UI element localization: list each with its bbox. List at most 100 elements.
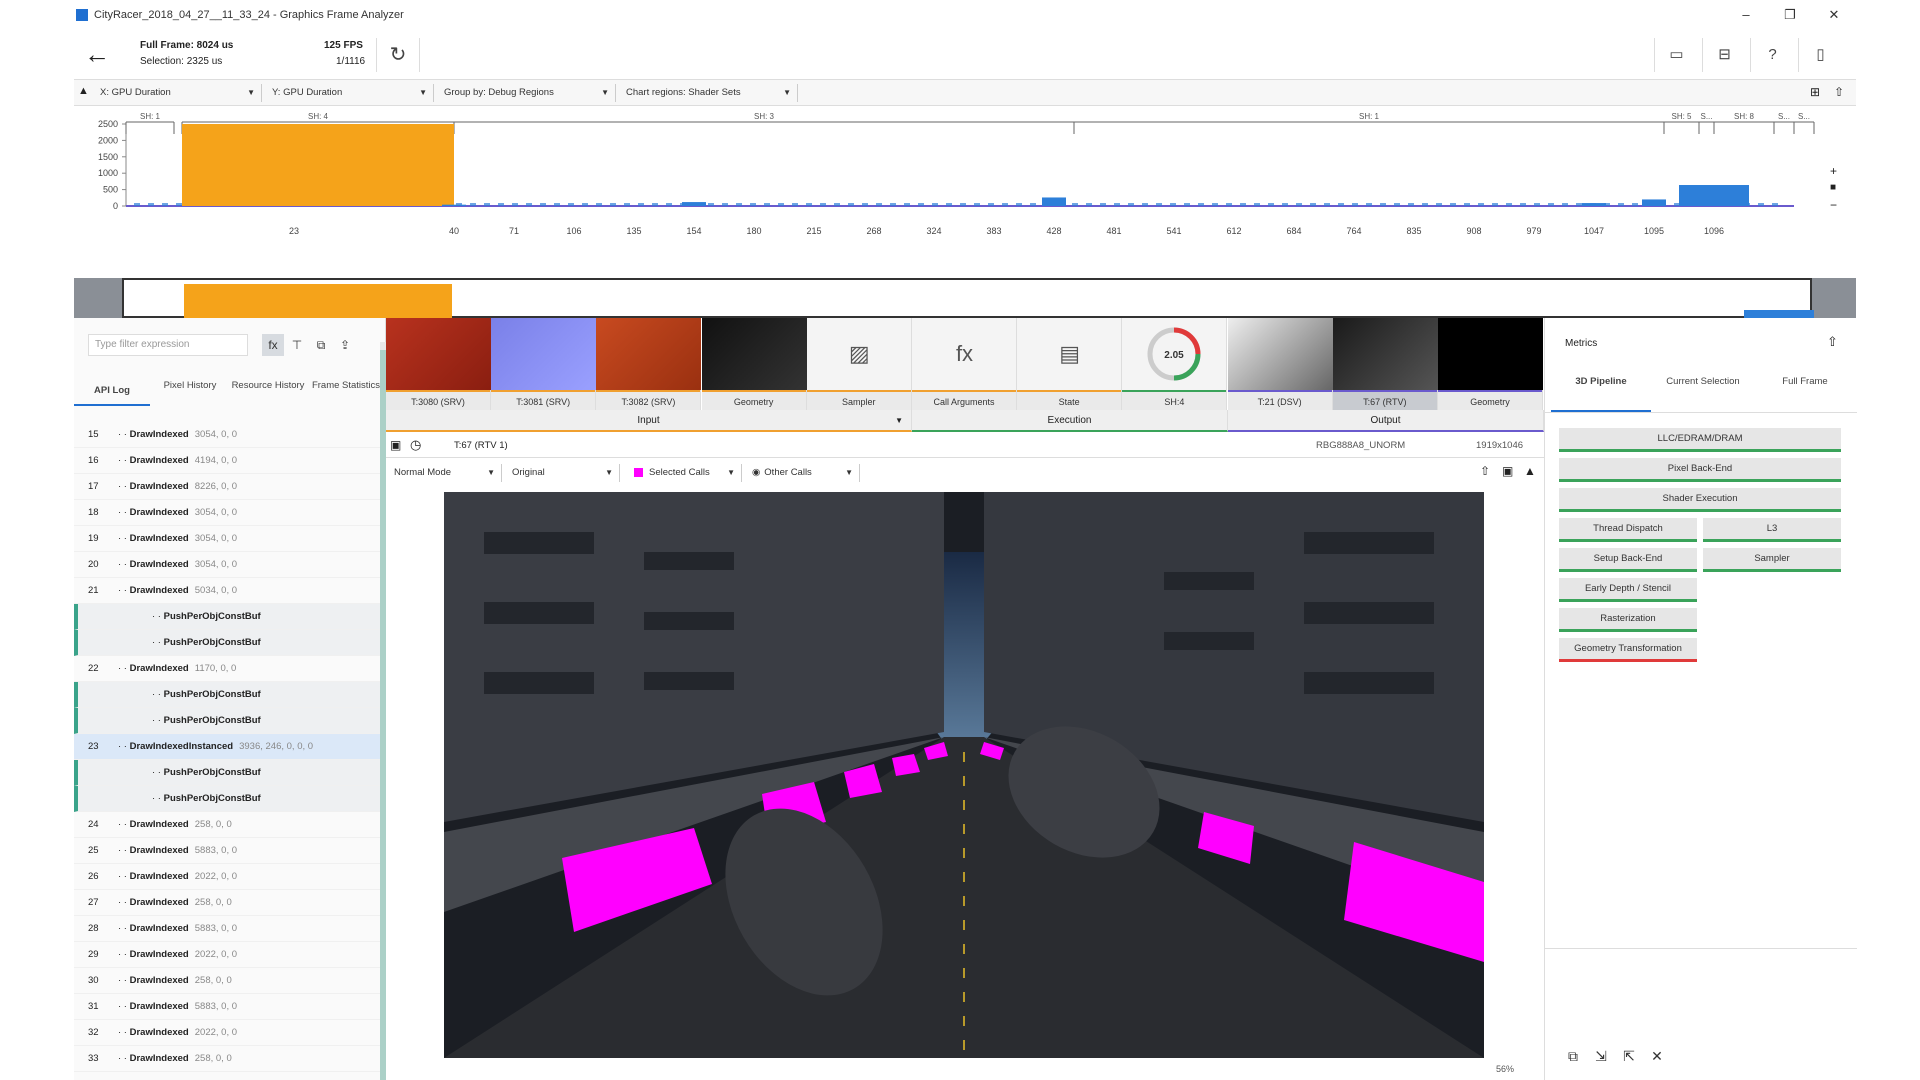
overview-strip[interactable]	[74, 278, 1856, 318]
api-call-row[interactable]: 17 · · DrawIndexed 8226, 0, 0	[74, 474, 386, 500]
api-call-row[interactable]: 20 · · DrawIndexed 3054, 0, 0	[74, 552, 386, 578]
resource-gauge[interactable]: 2.05 SH:4	[1122, 318, 1228, 410]
metric-early-depth-stencil[interactable]: Early Depth / Stencil	[1559, 578, 1697, 602]
api-call-row[interactable]: 28 · · DrawIndexed 5883, 0, 0	[74, 916, 386, 942]
region-label: SH: 3	[754, 112, 775, 121]
api-call-row[interactable]: 18 · · DrawIndexed 3054, 0, 0	[74, 500, 386, 526]
metric-thread-dispatch[interactable]: Thread Dispatch	[1559, 518, 1697, 542]
help-button[interactable]: ?	[1750, 38, 1794, 72]
timeline-chart[interactable]: 2500 2000 1500 1000 500 0 23 40 71 106 135 154 180 21…	[74, 106, 1856, 278]
copy-button[interactable]: ⧉	[310, 334, 332, 356]
tab-pixel-history[interactable]: Pixel History	[152, 376, 228, 406]
clear-tool-icon[interactable]: ✕	[1645, 1044, 1669, 1068]
group-by-dropdown[interactable]: Group by: Debug Regions ▼	[440, 84, 616, 102]
history-icon[interactable]: ◷	[410, 437, 421, 453]
tab-api-log[interactable]: API Log	[74, 376, 150, 406]
image-icon[interactable]: ▣	[390, 438, 401, 452]
api-call-row[interactable]: 22 · · DrawIndexed 1170, 0, 0	[74, 656, 386, 682]
tab-resource-history[interactable]: Resource History	[230, 376, 306, 406]
api-call-row[interactable]: 15 · · DrawIndexed 3054, 0, 0	[74, 422, 386, 448]
resource-image-icon[interactable]: ▨ Sampler	[806, 318, 912, 410]
minimize-button[interactable]: –	[1726, 5, 1766, 25]
layout-button[interactable]: ▭	[1654, 38, 1698, 72]
api-call-row[interactable]: 27 · · DrawIndexed 258, 0, 0	[74, 890, 386, 916]
chart-regions-dropdown[interactable]: Chart regions: Shader Sets ▼	[622, 84, 798, 102]
tab-current-selection[interactable]: Current Selection	[1653, 376, 1753, 412]
resource-geometry-thumb[interactable]: geometry-thumbGeometry	[701, 318, 807, 410]
api-sub-row[interactable]: · · PushPerObjConstBuf	[74, 682, 386, 708]
resource-document-icon[interactable]: ▤ State	[1017, 318, 1123, 410]
zoom-in-icon[interactable]: +	[1830, 164, 1837, 178]
panel-toggle-button[interactable]: ▯	[1798, 38, 1842, 72]
api-call-row[interactable]: 26 · · DrawIndexed 2022, 0, 0	[74, 864, 386, 890]
tab-full-frame[interactable]: Full Frame	[1755, 376, 1855, 412]
api-call-row[interactable]: 31 · · DrawIndexed 5883, 0, 0	[74, 994, 386, 1020]
capture-button[interactable]: ⊟	[1702, 38, 1746, 72]
api-call-row[interactable]: 30 · · DrawIndexed 258, 0, 0	[74, 968, 386, 994]
maximize-button[interactable]: ❐	[1770, 5, 1810, 25]
chart-settings-icon[interactable]: ⊞	[1810, 85, 1820, 99]
api-call-row[interactable]: 19 · · DrawIndexed 3054, 0, 0	[74, 526, 386, 552]
api-sub-row[interactable]: · · PushPerObjConstBuf	[74, 604, 386, 630]
x-axis-dropdown[interactable]: X: GPU Duration ▼	[96, 84, 262, 102]
other-calls-dropdown[interactable]: ◉ Other Calls ▼	[748, 464, 860, 482]
fx-filter-button[interactable]: fx	[262, 334, 284, 356]
api-sub-row[interactable]: · · PushPerObjConstBuf	[74, 630, 386, 656]
histogram-icon[interactable]: ▲	[1524, 464, 1536, 478]
mode-dropdown[interactable]: Normal Mode ▼	[390, 464, 502, 482]
metric-shader-execution[interactable]: Shader Execution	[1559, 488, 1841, 512]
metric-pixel-back-end[interactable]: Pixel Back-End	[1559, 458, 1841, 482]
resource-texture-normal[interactable]: texture-normalT:3081 (SRV)	[491, 318, 597, 410]
group-execution[interactable]: Execution	[912, 410, 1228, 432]
api-call-row[interactable]: 23 · · DrawIndexedInstanced 3936, 246, 0, …	[74, 734, 386, 760]
metric-sampler[interactable]: Sampler	[1703, 548, 1841, 572]
api-call-row[interactable]: 29 · · DrawIndexed 2022, 0, 0	[74, 942, 386, 968]
x-tick-label: 481	[1106, 226, 1121, 236]
expand-tool-icon[interactable]: ⇲	[1589, 1044, 1613, 1068]
export-icon[interactable]: ⇧	[1834, 85, 1844, 99]
api-call-row[interactable]: 32 · · DrawIndexed 2022, 0, 0	[74, 1020, 386, 1046]
metric-l3[interactable]: L3	[1703, 518, 1841, 542]
filter-type-button[interactable]: ⊤	[286, 334, 308, 356]
close-button[interactable]: ✕	[1814, 5, 1854, 25]
resource-geometry-dark[interactable]: geometry-darkGeometry	[1438, 318, 1543, 410]
resource-texture-orange[interactable]: texture-orangeT:3082 (SRV)	[596, 318, 702, 410]
select-tool-icon[interactable]: ⧉	[1561, 1044, 1585, 1068]
group-input[interactable]: Input ▼	[386, 410, 912, 432]
api-call-row[interactable]: 25 · · DrawIndexed 5883, 0, 0	[74, 838, 386, 864]
collapse-tool-icon[interactable]: ⇱	[1617, 1044, 1641, 1068]
overview-window[interactable]	[122, 278, 1814, 318]
api-call-row[interactable]: 21 · · DrawIndexed 5034, 0, 0	[74, 578, 386, 604]
export-image-icon[interactable]: ⇧	[1480, 464, 1490, 478]
filter-input[interactable]: Type filter expression	[88, 334, 248, 356]
channel-dropdown[interactable]: Original ▼	[508, 464, 620, 482]
resource-fx-icon[interactable]: fx Call Arguments	[912, 318, 1017, 410]
api-call-row[interactable]: 33 · · DrawIndexed 258, 0, 0	[74, 1046, 386, 1072]
resource-depth-thumb[interactable]: depth-thumbT:21 (DSV)	[1227, 318, 1333, 410]
back-arrow-icon[interactable]: arrow-left-icon	[80, 38, 114, 72]
tab-3d-pipeline[interactable]: 3D Pipeline	[1551, 376, 1651, 412]
lock-icon[interactable]: ■	[1830, 182, 1836, 193]
resource-texture-red[interactable]: texture-redT:3080 (SRV)	[386, 318, 491, 410]
resource-render-thumb[interactable]: render-thumbT:67 (RTV)	[1332, 318, 1438, 410]
metric-setup-back-end[interactable]: Setup Back-End	[1559, 548, 1697, 572]
zoom-out-icon[interactable]: −	[1830, 198, 1837, 212]
api-sub-row[interactable]: · · PushPerObjConstBuf	[74, 786, 386, 812]
y-axis-dropdown[interactable]: Y: GPU Duration ▼	[268, 84, 434, 102]
group-output[interactable]: Output	[1228, 410, 1544, 432]
tab-frame-statistics[interactable]: Frame Statistics	[308, 376, 384, 406]
save-icon[interactable]: ▣	[1502, 464, 1513, 478]
api-call-row[interactable]: 16 · · DrawIndexed 4194, 0, 0	[74, 448, 386, 474]
api-sub-row[interactable]: · · PushPerObjConstBuf	[74, 760, 386, 786]
export-button[interactable]: ⇪	[334, 334, 356, 356]
metric-geometry-transformation[interactable]: Geometry Transformation	[1559, 638, 1697, 662]
export-metrics-icon[interactable]: ⇧	[1827, 334, 1838, 350]
baseline-bar	[568, 203, 574, 206]
selected-calls-dropdown[interactable]: Selected Calls ▼	[630, 464, 742, 482]
api-sub-row[interactable]: · · PushPerObjConstBuf	[74, 708, 386, 734]
refresh-icon[interactable]: ↻	[376, 38, 420, 72]
metric-llc-edram-dram[interactable]: LLC/EDRAM/DRAM	[1559, 428, 1841, 452]
render-target-view[interactable]	[444, 492, 1484, 1058]
metric-rasterization[interactable]: Rasterization	[1559, 608, 1697, 632]
api-call-row[interactable]: 24 · · DrawIndexed 258, 0, 0	[74, 812, 386, 838]
